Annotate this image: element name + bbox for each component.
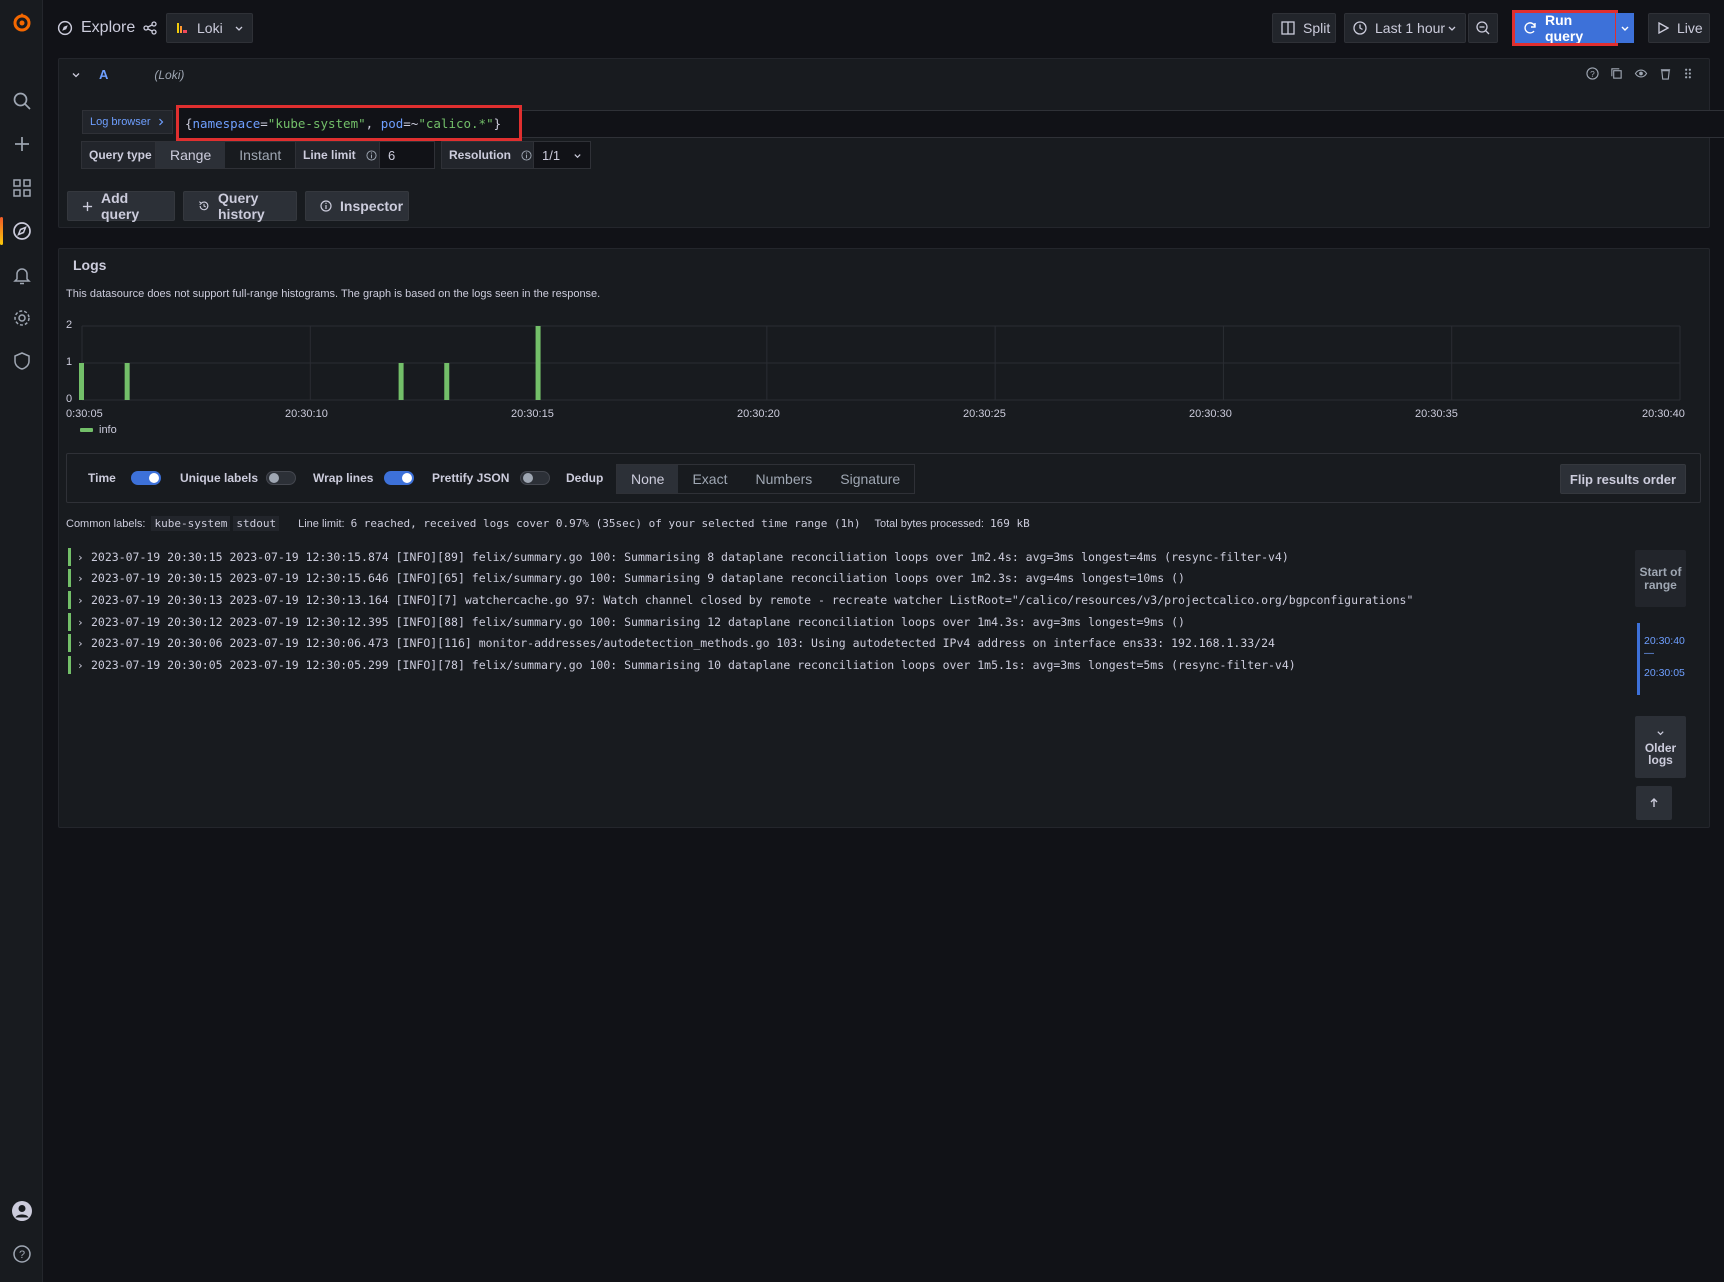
page-range-indicator[interactable] (1637, 623, 1640, 695)
log-level-indicator (68, 591, 71, 609)
dedup-signature[interactable]: Signature (826, 465, 914, 493)
logs-meta: Common labels: kube-system stdout Line l… (66, 516, 1030, 531)
prettify-json-toggle[interactable] (520, 471, 550, 485)
arrow-up-icon (1649, 798, 1659, 808)
prettify-json-toggle-label: Prettify JSON (432, 471, 510, 485)
flip-results-label: Flip results order (1569, 471, 1677, 487)
common-label-chip: stdout (233, 516, 280, 531)
log-row[interactable]: › 2023-07-19 20:30:06 2023-07-19 12:30:0… (68, 634, 1275, 652)
x-tick-label: 20:30:10 (285, 408, 328, 420)
dedup-radio-group: None Exact Numbers Signature (616, 464, 916, 494)
log-row[interactable]: › 2023-07-19 20:30:13 2023-07-19 12:30:1… (68, 591, 1413, 609)
chevron-right-icon: › (77, 636, 84, 650)
x-tick-label: 20:30:40 (1642, 408, 1685, 420)
y-tick-label: 2 (66, 319, 73, 331)
help-icon[interactable]: ? (0, 1236, 43, 1272)
histogram-bar[interactable] (79, 363, 84, 400)
y-tick-label: 1 (66, 356, 73, 368)
dedup-exact[interactable]: Exact (678, 465, 741, 493)
histogram-bar[interactable] (398, 363, 404, 400)
histogram-bar[interactable] (444, 363, 450, 400)
log-line: 2023-07-19 20:30:06 2023-07-19 12:30:06.… (91, 636, 1275, 650)
common-labels-label: Common labels: (66, 517, 146, 530)
x-tick-label: 20:30:35 (1415, 408, 1458, 420)
page-range-separator: — (1644, 648, 1654, 659)
time-toggle[interactable] (131, 471, 161, 485)
start-of-range-button[interactable]: Start of range (1635, 550, 1686, 607)
log-row[interactable]: › 2023-07-19 20:30:15 2023-07-19 12:30:1… (68, 548, 1289, 566)
legend-swatch (80, 428, 93, 432)
toggle-knob (269, 473, 279, 483)
chevron-right-icon: › (77, 550, 84, 564)
wrap-lines-toggle-label: Wrap lines (313, 471, 374, 485)
log-line: 2023-07-19 20:30:12 2023-07-19 12:30:12.… (91, 615, 1185, 629)
wrap-lines-toggle[interactable] (384, 471, 414, 485)
chevron-right-icon: › (77, 658, 84, 672)
page-range-to: 20:30:40 (1644, 635, 1685, 647)
toggle-knob (523, 473, 533, 483)
log-line: 2023-07-19 20:30:15 2023-07-19 12:30:15.… (91, 571, 1185, 585)
time-toggle-label: Time (88, 471, 116, 485)
x-tick-label: 20:30:20 (737, 408, 780, 420)
dedup-none[interactable]: None (617, 465, 679, 493)
toggle-knob (149, 473, 159, 483)
line-limit-meta-label: Line limit: (298, 517, 345, 530)
x-tick-label: 20:30:25 (963, 408, 1006, 420)
x-tick-label: 20:30:30 (1189, 408, 1232, 420)
log-row[interactable]: › 2023-07-19 20:30:05 2023-07-19 12:30:0… (68, 656, 1296, 674)
logs-volume-histogram (79, 325, 1681, 401)
histogram-bar[interactable] (124, 363, 130, 400)
unique-labels-toggle-label: Unique labels (180, 471, 259, 485)
log-line: 2023-07-19 20:30:05 2023-07-19 12:30:05.… (91, 658, 1296, 672)
scroll-to-top-button[interactable] (1636, 786, 1672, 820)
log-line: 2023-07-19 20:30:15 2023-07-19 12:30:15.… (91, 550, 1289, 564)
older-logs-button[interactable]: Older logs (1635, 716, 1686, 778)
svg-text:?: ? (18, 1249, 24, 1261)
log-level-indicator (68, 613, 71, 631)
log-row[interactable]: › 2023-07-19 20:30:15 2023-07-19 12:30:1… (68, 569, 1185, 587)
histogram-bar[interactable] (535, 326, 541, 400)
log-level-indicator (68, 656, 71, 674)
legend-label: info (99, 424, 117, 436)
older-logs-label: Older logs (1644, 740, 1677, 767)
x-tick-label: 20:30:15 (511, 408, 554, 420)
chevron-right-icon: › (77, 593, 84, 607)
common-label-chip: kube-system (151, 516, 231, 531)
toggle-knob (402, 473, 412, 483)
start-of-range-label: Start of range (1639, 564, 1682, 592)
log-level-indicator (68, 569, 71, 587)
line-limit-meta-text: 6 reached, received logs cover 0.97% (35… (350, 517, 861, 530)
bytes-meta-value: 169 kB (989, 517, 1030, 530)
log-level-indicator (68, 634, 71, 652)
unique-labels-toggle[interactable] (266, 471, 296, 485)
chart-legend[interactable]: info (80, 424, 117, 436)
log-level-indicator (68, 548, 71, 566)
page-range-from: 20:30:05 (1644, 667, 1685, 679)
flip-results-button[interactable]: Flip results order (1560, 464, 1686, 494)
x-tick-label: 0:30:05 (66, 408, 103, 420)
log-row[interactable]: › 2023-07-19 20:30:12 2023-07-19 12:30:1… (68, 613, 1185, 631)
chevron-right-icon: › (77, 571, 84, 585)
profile-icon[interactable] (0, 1193, 43, 1229)
dedup-label: Dedup (566, 471, 604, 485)
y-tick-label: 0 (66, 393, 73, 405)
dedup-numbers[interactable]: Numbers (741, 465, 826, 493)
log-line: 2023-07-19 20:30:13 2023-07-19 12:30:13.… (91, 593, 1414, 607)
chevron-down-icon (1656, 729, 1665, 738)
chevron-right-icon: › (77, 615, 84, 629)
bytes-meta-label: Total bytes processed: (874, 517, 984, 530)
